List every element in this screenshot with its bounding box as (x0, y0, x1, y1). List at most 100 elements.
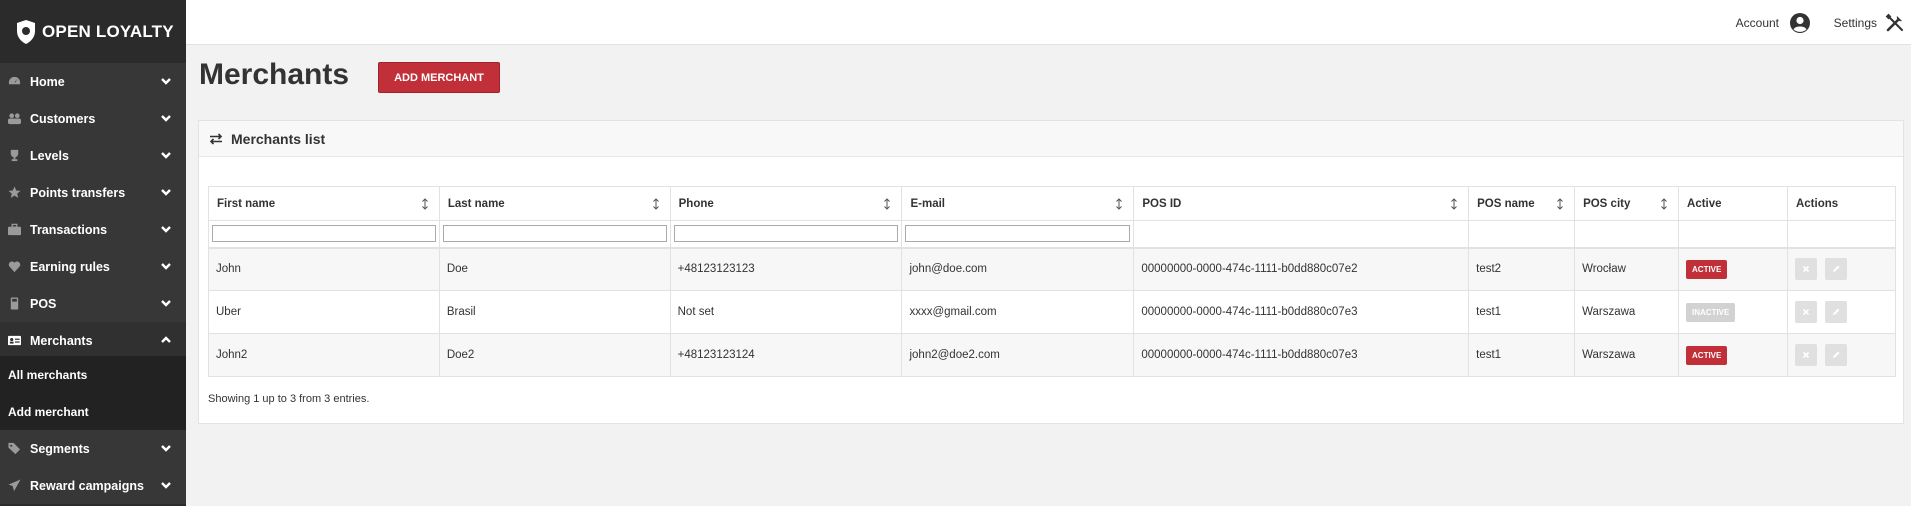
cell-last-name: Brasil (438, 290, 671, 334)
column-header-pos-id[interactable]: POS ID (1133, 186, 1470, 221)
brand-name: OPEN LOYALTY (42, 21, 174, 41)
settings-label: Settings (1833, 15, 1877, 30)
sidebar-item-label: Segments (30, 441, 90, 456)
cell-first-name: John (208, 246, 440, 291)
column-header-first-name[interactable]: First name (208, 186, 440, 221)
cell-last-name: Doe (438, 246, 671, 291)
sidebar-item-label: Transactions (30, 222, 108, 237)
user-circle-icon (1790, 12, 1810, 33)
delete-button[interactable] (1794, 301, 1817, 323)
top-bar: Account Settings (186, 0, 1911, 45)
sidebar-item-levels[interactable]: Levels (0, 137, 186, 174)
sidebar-item-pos[interactable]: POS (0, 285, 186, 322)
cell-pos-id: 00000000-0000-474c-1111-b0dd880c07e3 (1133, 290, 1470, 334)
sort-icon (884, 198, 891, 210)
sidebar-item-customers[interactable]: Customers (0, 100, 186, 137)
cell-first-name: John2 (208, 333, 440, 377)
cell-pos-id: 00000000-0000-474c-1111-b0dd880c07e2 (1133, 246, 1470, 291)
tags-icon (7, 442, 21, 456)
chevron-down-icon (160, 75, 172, 87)
filter-cell (669, 220, 903, 248)
briefcase-icon (7, 223, 21, 237)
panel-title: Merchants list (231, 130, 326, 147)
status-badge: ACTIVE (1686, 345, 1728, 365)
cell-actions (1786, 246, 1897, 291)
star-icon (7, 186, 21, 200)
filter-row (208, 220, 1897, 248)
filter-cell (1133, 220, 1470, 248)
account-menu[interactable]: Account (1736, 0, 1811, 45)
sidebar-item-label: Points transfers (30, 185, 126, 200)
edit-button[interactable] (1825, 258, 1848, 281)
filter-cell (901, 220, 1135, 248)
settings-menu[interactable]: Settings (1834, 0, 1905, 45)
filter-last-name-input[interactable] (442, 225, 667, 243)
sidebar-item-merchants[interactable]: Merchants (0, 322, 186, 359)
sidebar-subitem-label: Add merchant (8, 404, 89, 419)
sidebar-subitem-add-merchant[interactable]: Add merchant (0, 393, 186, 430)
cell-phone: +48123123123 (669, 246, 903, 291)
filter-cell (208, 220, 440, 248)
sidebar-item-label: Earning rules (30, 259, 110, 274)
table-summary: Showing 1 up to 3 from 3 entries. (208, 393, 370, 405)
chevron-down-icon (160, 479, 172, 491)
sidebar-item-transactions[interactable]: Transactions (0, 211, 186, 248)
column-header-pos-city[interactable]: POS city (1574, 186, 1680, 221)
column-header-email[interactable]: E-mail (901, 186, 1135, 221)
edit-button[interactable] (1825, 344, 1848, 366)
column-header-last-name[interactable]: Last name (438, 186, 671, 221)
column-header-phone[interactable]: Phone (669, 186, 903, 221)
header-row: First name Last name Phone E-mail POS ID… (208, 186, 1897, 221)
chevron-down-icon (160, 223, 172, 235)
filter-phone-input[interactable] (673, 225, 899, 243)
cell-email: john@doe.com (901, 246, 1135, 291)
sidebar-item-label: Home (30, 74, 65, 89)
cell-last-name: Doe2 (438, 333, 671, 377)
filter-first-name-input[interactable] (212, 225, 436, 243)
sort-icon (1451, 198, 1457, 210)
chevron-down-icon (160, 297, 172, 309)
cell-active: ACTIVE (1678, 333, 1788, 377)
sidebar-item-home[interactable]: Home (0, 63, 186, 100)
edit-button[interactable] (1825, 301, 1848, 323)
close-icon (1802, 351, 1810, 359)
sidebar-item-points-transfers[interactable]: Points transfers (0, 174, 186, 211)
cell-pos-name: test1 (1468, 290, 1576, 334)
users-icon (7, 112, 21, 126)
sort-icon (1116, 198, 1123, 210)
panel-header: Merchants list (199, 121, 1903, 157)
chevron-down-icon (160, 186, 172, 198)
sidebar-item-label: Merchants (30, 333, 93, 348)
sidebar-subitem-all-merchants[interactable]: All merchants (0, 356, 186, 393)
column-header-active: Active (1678, 186, 1788, 221)
sort-icon (421, 198, 428, 210)
cell-pos-city: Wrocław (1574, 246, 1680, 291)
trophy-icon (7, 149, 21, 163)
dashboard-icon (7, 75, 21, 89)
status-badge: ACTIVE (1686, 259, 1728, 279)
cell-pos-city: Warszawa (1574, 290, 1680, 334)
column-header-actions: Actions (1786, 186, 1897, 221)
cell-phone: +48123123124 (669, 333, 903, 377)
sort-icon (1661, 198, 1667, 210)
filter-email-input[interactable] (905, 225, 1131, 243)
add-merchant-button[interactable]: ADD MERCHANT (378, 62, 500, 93)
tools-icon (1885, 13, 1903, 31)
table-row: Uber Brasil Not set xxxx@gmail.com 00000… (208, 290, 1897, 334)
sort-icon (652, 198, 659, 210)
cell-phone: Not set (669, 290, 903, 334)
chevron-up-icon (160, 334, 172, 346)
delete-button[interactable] (1794, 258, 1817, 281)
chevron-down-icon (160, 149, 172, 161)
shield-icon (17, 19, 35, 44)
sidebar-item-earning-rules[interactable]: Earning rules (0, 248, 186, 285)
sidebar-item-label: POS (30, 296, 57, 311)
column-header-pos-name[interactable]: POS name (1468, 186, 1576, 221)
sidebar-item-segments[interactable]: Segments (0, 430, 186, 467)
sidebar-item-reward-campaigns[interactable]: Reward campaigns (0, 467, 186, 504)
delete-button[interactable] (1794, 344, 1817, 366)
chevron-down-icon (160, 112, 172, 124)
sidebar: OPEN LOYALTY Home Customers Levels Point… (0, 0, 186, 506)
brand-logo[interactable]: OPEN LOYALTY (0, 0, 186, 63)
filter-cell (1468, 220, 1576, 248)
